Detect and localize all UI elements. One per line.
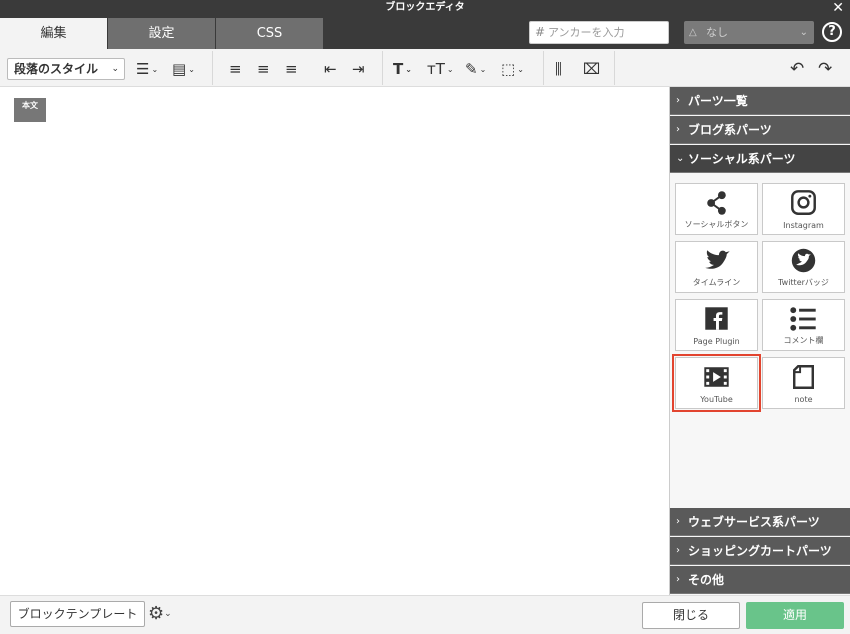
part-social-button[interactable]: ソーシャルボタン xyxy=(675,183,758,235)
chevron-right-icon: › xyxy=(676,124,680,135)
twitter-bird-icon xyxy=(705,250,730,269)
toolbar-divider xyxy=(382,51,383,85)
class-select[interactable]: △ なし ⌄ xyxy=(684,21,814,44)
section-label: ブログ系パーツ xyxy=(688,123,772,137)
part-youtube[interactable]: YouTube xyxy=(672,354,761,412)
part-label: コメント欄 xyxy=(783,336,824,345)
anchor-input[interactable]: # アンカーを入力 xyxy=(529,21,669,44)
undo-icon[interactable]: ↶ xyxy=(790,58,804,80)
instagram-icon xyxy=(791,190,816,215)
part-twitter-badge[interactable]: Twitterバッジ xyxy=(762,241,845,293)
part-instagram[interactable]: Instagram xyxy=(762,183,845,235)
section-others[interactable]: › その他 xyxy=(670,566,850,594)
section-label: ショッピングカートパーツ xyxy=(688,544,832,558)
gear-icon[interactable]: ⚙⌄ xyxy=(148,605,172,623)
chevron-down-icon: ⌄ xyxy=(111,64,119,74)
apply-button[interactable]: 適用 xyxy=(746,602,844,629)
color-picker-icon[interactable]: ✎ ⌄ xyxy=(465,58,486,80)
editor-canvas[interactable]: 本文 xyxy=(0,87,670,595)
part-label: Page Plugin xyxy=(693,337,740,346)
align-left-icon[interactable]: ≡ xyxy=(229,58,242,80)
section-web-service-parts[interactable]: › ウェブサービス系パーツ xyxy=(670,508,850,536)
section-parts-list[interactable]: › パーツ一覧 xyxy=(670,87,850,115)
part-comment[interactable]: コメント欄 xyxy=(762,299,845,351)
outdent-icon[interactable]: ⇤ xyxy=(324,58,337,80)
section-shopping-cart-parts[interactable]: › ショッピングカートパーツ xyxy=(670,537,850,565)
tab-edit[interactable]: 編集 xyxy=(0,18,107,49)
window-titlebar: ブロックエディタ ✕ xyxy=(0,0,850,16)
block-format-icon[interactable]: ▤ ⌄ xyxy=(172,58,195,80)
align-center-icon[interactable]: ≡ xyxy=(257,58,270,80)
part-label: note xyxy=(794,395,813,404)
part-note[interactable]: note xyxy=(762,357,845,409)
redo-icon[interactable]: ↷ xyxy=(818,58,832,80)
toolbar-divider xyxy=(212,51,213,85)
share-icon xyxy=(707,191,726,215)
block-tag: 本文 xyxy=(14,98,46,122)
chevron-right-icon: › xyxy=(676,95,680,106)
facebook-icon xyxy=(705,307,728,330)
indent-icon[interactable]: ⇥ xyxy=(352,58,365,80)
bullet-list-icon[interactable]: ☰ ⌄ xyxy=(136,58,158,80)
font-size-icon[interactable]: T ⌄ xyxy=(393,58,412,80)
parts-sidebar: › パーツ一覧 › ブログ系パーツ ⌄ ソーシャル系パーツ ソーシャルボタン I… xyxy=(670,87,850,595)
list-icon xyxy=(790,307,816,331)
part-label: ソーシャルボタン xyxy=(684,220,749,229)
hash-icon: # xyxy=(535,25,546,39)
section-label: その他 xyxy=(688,573,725,587)
chevron-right-icon: › xyxy=(676,516,680,527)
section-social-parts[interactable]: ⌄ ソーシャル系パーツ xyxy=(670,145,850,173)
note-icon xyxy=(793,365,814,389)
close-icon[interactable]: ✕ xyxy=(832,0,844,16)
chevron-right-icon: › xyxy=(676,545,680,556)
part-label: YouTube xyxy=(700,395,733,404)
tab-settings[interactable]: 設定 xyxy=(108,18,215,49)
section-label: ウェブサービス系パーツ xyxy=(688,515,820,529)
part-label: タイムライン xyxy=(692,278,741,287)
class-icon: △ xyxy=(689,27,697,38)
tab-css[interactable]: CSS xyxy=(216,18,323,49)
twitter-badge-icon xyxy=(791,248,816,273)
paragraph-style-select[interactable]: 段落のスタイル ⌄ xyxy=(7,58,125,80)
align-right-icon[interactable]: ≡ xyxy=(285,58,298,80)
text-case-icon[interactable]: ᴛT ⌄ xyxy=(427,58,454,80)
chevron-down-icon: ⌄ xyxy=(676,153,685,164)
paragraph-style-label: 段落のスタイル xyxy=(14,62,99,76)
part-label: Twitterバッジ xyxy=(778,278,829,287)
text-frame-icon[interactable]: ⬚ ⌄ xyxy=(501,58,524,80)
film-icon xyxy=(704,367,729,387)
footer-bar: ブロックテンプレート ⚙⌄ 閉じる 適用 xyxy=(0,595,850,634)
block-insert-icon[interactable]: ⫼ xyxy=(555,58,562,80)
close-button[interactable]: 閉じる xyxy=(642,602,740,629)
chevron-down-icon: ⌄ xyxy=(799,27,808,38)
clear-format-icon[interactable]: ⌧ xyxy=(583,58,600,80)
toolbar-divider xyxy=(543,51,544,85)
toolbar: 段落のスタイル ⌄ ☰ ⌄ ▤ ⌄ ≡ ≡ ≡ ⇤ ⇥ T ⌄ ᴛT ⌄ ✎ ⌄ ⬚ ⌄ ⫼… xyxy=(0,49,850,87)
anchor-placeholder: アンカーを入力 xyxy=(548,26,625,39)
section-label: ソーシャル系パーツ xyxy=(688,152,796,166)
block-template-button[interactable]: ブロックテンプレート xyxy=(10,601,145,627)
part-timeline[interactable]: タイムライン xyxy=(675,241,758,293)
part-label: Instagram xyxy=(783,221,824,230)
class-select-value: なし xyxy=(706,26,728,39)
chevron-right-icon: › xyxy=(676,574,680,585)
window-title: ブロックエディタ xyxy=(385,2,465,13)
section-label: パーツ一覧 xyxy=(688,94,748,108)
part-page-plugin[interactable]: Page Plugin xyxy=(675,299,758,351)
help-icon[interactable]: ? xyxy=(822,22,842,42)
tab-bar: 編集 設定 CSS # アンカーを入力 △ なし ⌄ ? xyxy=(0,16,850,49)
section-blog-parts[interactable]: › ブログ系パーツ xyxy=(670,116,850,144)
toolbar-divider xyxy=(614,51,615,85)
